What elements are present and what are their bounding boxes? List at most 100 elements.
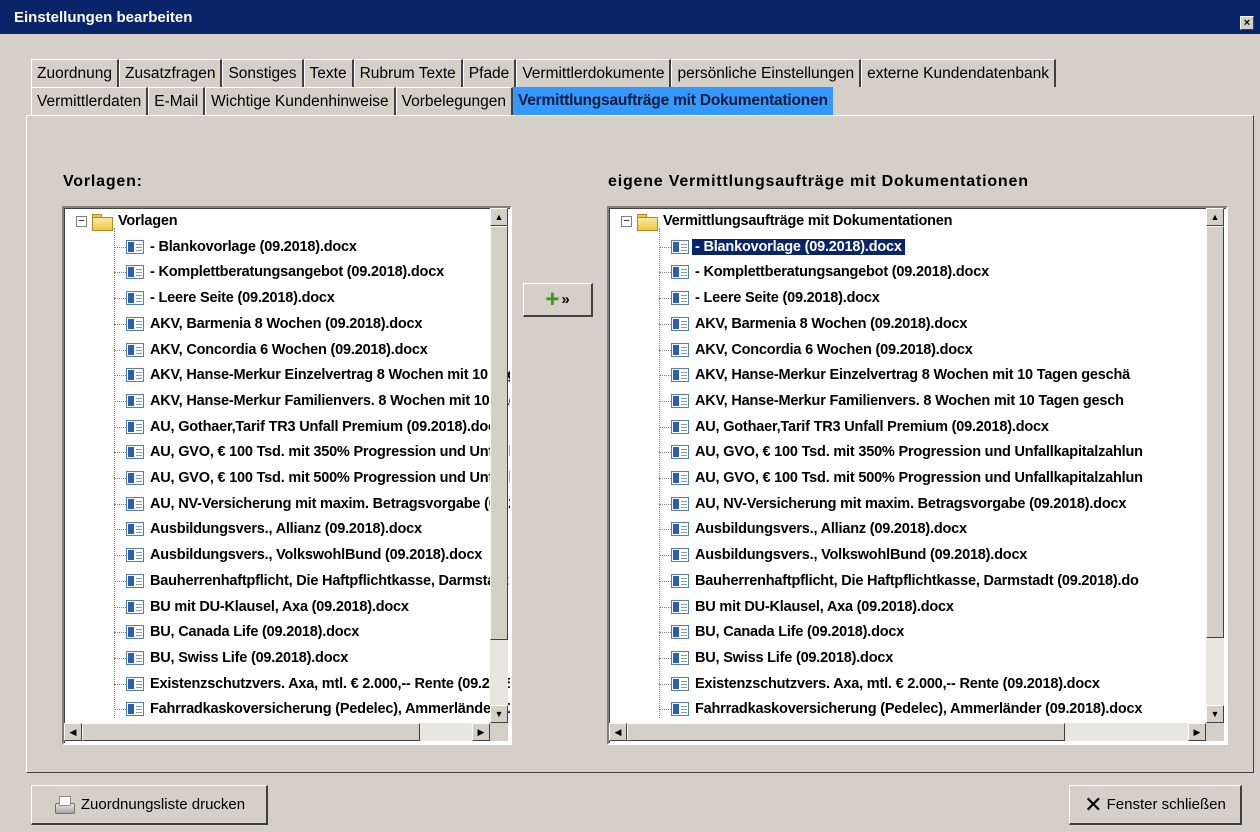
templates-vscroll-thumb[interactable] (490, 226, 508, 640)
tab-vermittlerdokumente[interactable]: Vermittlerdokumente (516, 59, 672, 87)
tree-item[interactable]: AKV, Concordia 6 Wochen (09.2018).docx (671, 339, 973, 361)
tree-root[interactable]: Vorlagen (92, 210, 178, 232)
tab-zuordnung[interactable]: Zuordnung (31, 59, 119, 87)
tab-vorbelegungen[interactable]: Vorbelegungen (395, 87, 513, 115)
document-icon (126, 496, 144, 511)
tree-item[interactable]: AKV, Barmenia 8 Wochen (09.2018).docx (671, 313, 967, 335)
document-icon (126, 265, 144, 280)
tree-item[interactable]: AKV, Barmenia 8 Wochen (09.2018).docx (126, 313, 422, 335)
tree-item[interactable]: Fahrradkaskoversicherung (Pedelec), Amme… (671, 698, 1142, 720)
tab-wichtige-kundenhinweise[interactable]: Wichtige Kundenhinweise (205, 87, 396, 115)
tree-item[interactable]: Existenzschutzvers. Axa, mtl. € 2.000,--… (671, 673, 1100, 695)
tree-item[interactable]: Fahrradkaskoversicherung (Pedelec), Amme… (126, 698, 510, 720)
own-orders-vscroll[interactable]: ▲ ▼ (1206, 208, 1224, 723)
own-orders-hscroll-thumb[interactable] (627, 723, 1065, 741)
tree-line (114, 228, 115, 719)
own-orders-tree[interactable]: − Vermittlungsaufträge mit Dokumentatione… (607, 206, 1228, 745)
tree-item[interactable]: Ausbildungsvers., Allianz (09.2018).docx (126, 518, 422, 540)
templates-hscroll[interactable]: ◀ ▶ (64, 723, 490, 741)
tree-item[interactable]: AU, NV-Versicherung mit maxim. Betragsvo… (126, 493, 510, 515)
tree-item-label: - Leere Seite (09.2018).docx (150, 290, 335, 307)
scroll-left-icon[interactable]: ◀ (609, 723, 627, 741)
print-icon (53, 795, 75, 814)
tab-e-mail[interactable]: E-Mail (148, 87, 206, 115)
close-window-button[interactable]: ✕ Fenster schließen (1069, 785, 1242, 825)
tab-vermittlungsaufträge-mit-dokumentationen[interactable]: Vermittlungsaufträge mit Dokumentationen (512, 87, 833, 115)
tree-item[interactable]: AU, GVO, € 100 Tsd. mit 350% Progression… (671, 441, 1143, 463)
tab-sonstiges[interactable]: Sonstiges (222, 59, 304, 87)
tree-item[interactable]: BU, Swiss Life (09.2018).docx (671, 647, 893, 669)
templates-vscroll[interactable]: ▲ ▼ (490, 208, 508, 723)
scroll-right-icon[interactable]: ▶ (472, 723, 490, 741)
collapse-icon[interactable]: − (621, 216, 632, 227)
tree-item[interactable]: Ausbildungsvers., VolkswohlBund (09.2018… (126, 544, 482, 566)
tab-rubrum-texte[interactable]: Rubrum Texte (353, 59, 463, 87)
tree-item[interactable]: Bauherrenhaftpflicht, Die Haftpflichtkas… (671, 570, 1139, 592)
tree-item[interactable]: - Leere Seite (09.2018).docx (126, 287, 335, 309)
tree-item[interactable]: Ausbildungsvers., Allianz (09.2018).docx (671, 518, 967, 540)
tree-root-label: Vorlagen (118, 213, 178, 229)
add-icon: + (545, 285, 560, 313)
scroll-right-icon[interactable]: ▶ (1188, 723, 1206, 741)
tree-item[interactable]: AU, GVO, € 100 Tsd. mit 500% Progression… (671, 467, 1143, 489)
tree-item-label: Existenzschutzvers. Axa, mtl. € 2.000,--… (150, 675, 510, 692)
document-icon (126, 316, 144, 331)
tree-item[interactable]: AU, Gothaer,Tarif TR3 Unfall Premium (09… (126, 416, 504, 438)
tree-item[interactable]: Existenzschutzvers. Axa, mtl. € 2.000,--… (126, 673, 510, 695)
tree-item[interactable]: BU, Canada Life (09.2018).docx (671, 621, 904, 643)
own-orders-vscroll-thumb[interactable] (1206, 226, 1224, 638)
print-list-button[interactable]: Zuordnungsliste drucken (31, 785, 268, 825)
tree-item[interactable]: - Blankovorlage (09.2018).docx (671, 236, 905, 258)
tree-item[interactable]: - Leere Seite (09.2018).docx (671, 287, 880, 309)
tree-item[interactable]: AKV, Hanse-Merkur Einzelvertrag 8 Wochen… (671, 364, 1130, 386)
tree-item[interactable]: AU, NV-Versicherung mit maxim. Betragsvo… (671, 493, 1126, 515)
tree-item[interactable]: - Komplettberatungsangebot (09.2018).doc… (671, 261, 989, 283)
tab-vermittlerdaten[interactable]: Vermittlerdaten (31, 87, 149, 115)
tree-item[interactable]: AKV, Hanse-Merkur Familienvers. 8 Wochen… (126, 390, 510, 412)
tree-item[interactable]: Ausbildungsvers., VolkswohlBund (09.2018… (671, 544, 1027, 566)
templates-tree[interactable]: − Vorlagen - Blankovorlage (09.2018).docx -… (62, 206, 512, 745)
document-icon (671, 548, 689, 563)
tree-item[interactable]: - Blankovorlage (09.2018).docx (126, 236, 357, 258)
tab-texte[interactable]: Texte (303, 59, 354, 87)
tree-item-label: BU, Canada Life (09.2018).docx (150, 624, 360, 641)
tab-pfade[interactable]: Pfade (462, 59, 517, 87)
scroll-down-icon[interactable]: ▼ (490, 705, 508, 723)
tree-branch (659, 683, 671, 685)
tree-item[interactable]: AU, GVO, € 100 Tsd. mit 350% Progression… (126, 441, 510, 463)
tab-externe-kundendatenbank[interactable]: externe Kundendatenbank (861, 59, 1056, 87)
tree-item[interactable]: AU, GVO, € 100 Tsd. mit 500% Progression… (126, 467, 510, 489)
scroll-up-icon[interactable]: ▲ (1206, 208, 1224, 226)
scroll-left-icon[interactable]: ◀ (64, 723, 82, 741)
tree-item[interactable]: AKV, Hanse-Merkur Familienvers. 8 Wochen… (671, 390, 1124, 412)
tree-item[interactable]: - Komplettberatungsangebot (09.2018).doc… (126, 261, 444, 283)
tab-persönliche-einstellungen[interactable]: persönliche Einstellungen (671, 59, 862, 87)
document-icon (671, 239, 689, 254)
tree-item[interactable]: Bauherrenhaftpflicht, Die Haftpflichtkas… (126, 570, 510, 592)
tree-item[interactable]: BU mit DU-Klausel, Axa (09.2018).docx (126, 596, 409, 618)
document-icon (671, 625, 689, 640)
tree-item[interactable]: AU, Gothaer,Tarif TR3 Unfall Premium (09… (671, 416, 1049, 438)
scroll-down-icon[interactable]: ▼ (1206, 705, 1224, 723)
own-orders-hscroll[interactable]: ◀ ▶ (609, 723, 1206, 741)
tree-item[interactable]: AKV, Concordia 6 Wochen (09.2018).docx (126, 339, 428, 361)
tree-item-label: - Komplettberatungsangebot (09.2018).doc… (150, 264, 444, 281)
templates-hscroll-thumb[interactable] (82, 723, 420, 741)
tree-item[interactable]: BU, Canada Life (09.2018).docx (126, 621, 359, 643)
collapse-icon[interactable]: − (76, 216, 87, 227)
document-icon (671, 471, 689, 485)
close-icon: ✕ (1084, 791, 1103, 817)
tree-root[interactable]: Vermittlungsaufträge mit Dokumentationen (637, 210, 952, 232)
document-icon (671, 291, 689, 306)
tree-item[interactable]: BU mit DU-Klausel, Axa (09.2018).docx (671, 596, 954, 618)
add-to-own-button[interactable]: + » (523, 283, 593, 317)
tree-item[interactable]: AKV, Hanse-Merkur Einzelvertrag 8 Wochen… (126, 364, 510, 386)
window-close-icon[interactable]: × (1240, 16, 1254, 30)
tab-zusatzfragen[interactable]: Zusatzfragen (118, 59, 223, 87)
tree-item-label: AU, GVO, € 100 Tsd. mit 500% Progression… (150, 470, 510, 486)
scroll-up-icon[interactable]: ▲ (490, 208, 508, 226)
tree-branch (114, 529, 126, 531)
tree-item-label: AKV, Concordia 6 Wochen (09.2018).docx (695, 341, 973, 358)
tree-item[interactable]: BU, Swiss Life (09.2018).docx (126, 647, 348, 669)
tree-branch (659, 632, 671, 634)
